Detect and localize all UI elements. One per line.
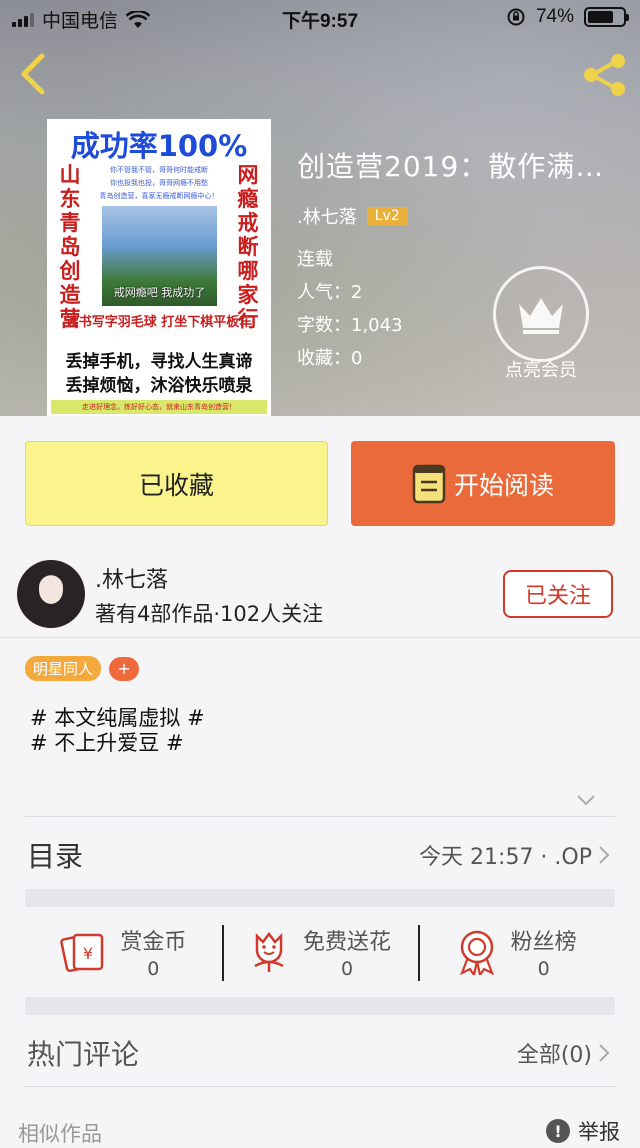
fan-ranking-count: 0 bbox=[537, 958, 550, 980]
share-button[interactable] bbox=[580, 52, 630, 98]
chevron-left-icon bbox=[21, 53, 45, 95]
exclamation-icon: ! bbox=[546, 1119, 570, 1143]
section-gap bbox=[25, 997, 615, 1015]
fan-ranking-label: 粉丝榜 bbox=[510, 930, 577, 955]
chevron-right-icon bbox=[599, 1044, 610, 1062]
fan-ranking-button[interactable]: 粉丝榜 0 bbox=[418, 907, 615, 997]
cover-left-vertical: 山东青岛创造营 bbox=[59, 163, 81, 331]
share-icon bbox=[584, 54, 625, 96]
medal-icon bbox=[459, 930, 494, 975]
book-author[interactable]: .林七落 bbox=[297, 203, 357, 229]
tag-category[interactable]: 明星同人 bbox=[25, 656, 102, 681]
cover-line-1: 丢掉手机，寻找人生真谛 bbox=[65, 352, 253, 372]
action-bar: ¥ 赏金币 0 免费送花 0 粉丝榜 0 bbox=[25, 907, 615, 997]
cover-middle-text: 读书写字羽毛球 打坐下棋平板车 bbox=[65, 315, 253, 330]
cover-small-line: 你不管我不管，哥哥何时能戒断 bbox=[110, 166, 208, 174]
level-badge: Lv2 bbox=[366, 207, 408, 225]
vip-button[interactable]: 点亮会员 bbox=[493, 266, 589, 382]
battery-icon bbox=[584, 7, 629, 27]
report-button[interactable]: ! 举报 bbox=[546, 1116, 620, 1146]
send-flower-label: 免费送花 bbox=[303, 930, 392, 955]
description-line: # 本文纯属虚拟 # bbox=[30, 706, 205, 730]
reward-coins-label: 赏金币 bbox=[120, 930, 187, 955]
toc-latest-update: 今天 21:57 · .OP bbox=[419, 845, 592, 870]
description-line: # 不上升爱豆 # bbox=[30, 731, 184, 755]
cover-photo-caption: 戒网瘾吧 我成功了 bbox=[113, 286, 206, 299]
vip-label: 点亮会员 bbox=[505, 360, 577, 381]
favorite-button[interactable]: 已收藏 bbox=[25, 441, 328, 526]
cover-small-line: 青岛创造营，喜家无瘾戒断网瘾中心！ bbox=[99, 192, 219, 200]
follow-button-label: 已关注 bbox=[524, 584, 591, 609]
all-comments-link[interactable]: 全部(0) bbox=[517, 1037, 592, 1069]
reward-coins-button[interactable]: ¥ 赏金币 0 bbox=[25, 907, 222, 997]
hot-comments-label: 热门评论 bbox=[27, 1038, 140, 1071]
cover-photo: 戒网瘾吧 我成功了 bbox=[102, 206, 217, 306]
similar-works-heading: 相似作品 bbox=[18, 1122, 102, 1146]
red-envelope-yen-icon: ¥ bbox=[60, 933, 104, 973]
author-name: .林七落 bbox=[95, 568, 168, 593]
chevron-right-icon bbox=[599, 846, 610, 864]
tag-list: 明星同人 + bbox=[25, 656, 140, 681]
crown-icon bbox=[519, 298, 563, 334]
cover-footer: 走进好理念，练好好心态，就来山东青岛创造营！ bbox=[51, 400, 267, 414]
cover-right-vertical: 网瘾戒断哪家行 bbox=[237, 163, 259, 331]
section-gap bbox=[25, 889, 615, 907]
author-row[interactable]: .林七落 著有4部作品·102人关注 已关注 bbox=[0, 548, 640, 638]
start-reading-button[interactable]: 开始阅读 bbox=[351, 441, 615, 526]
book-icon bbox=[412, 464, 446, 503]
chevron-down-icon[interactable] bbox=[576, 794, 596, 806]
flower-icon bbox=[254, 931, 284, 972]
book-description: # 本文纯属虚拟 # # 不上升爱豆 # bbox=[30, 706, 205, 756]
reward-coins-count: 0 bbox=[147, 958, 160, 980]
cover-line-2: 丢掉烦恼，沐浴快乐喷泉 bbox=[65, 376, 253, 396]
follow-button[interactable]: 已关注 bbox=[503, 570, 613, 618]
cover-small-line: 你也投我也投，哥哥网瘾不用愁 bbox=[110, 179, 208, 187]
toc-label: 目录 bbox=[27, 840, 84, 873]
battery-percent: 74% bbox=[535, 6, 574, 27]
book-cover[interactable]: 成功率100% 山东青岛创造营 网瘾戒断哪家行 你不管我不管，哥哥何时能戒断 你… bbox=[47, 119, 271, 416]
report-label: 举报 bbox=[578, 1120, 620, 1144]
add-tag-button[interactable]: + bbox=[109, 656, 140, 681]
svg-text:¥: ¥ bbox=[83, 944, 93, 963]
author-avatar[interactable] bbox=[17, 560, 85, 628]
rotation-lock-icon bbox=[507, 8, 525, 26]
author-stats: 著有4部作品·102人关注 bbox=[95, 602, 324, 626]
table-of-contents-row[interactable]: 目录 今天 21:57 · .OP bbox=[0, 817, 640, 889]
book-title: 创造营2019：散作满… bbox=[297, 150, 605, 183]
back-button[interactable] bbox=[14, 52, 54, 96]
hot-comments-row[interactable]: 热门评论 全部(0) bbox=[0, 1015, 640, 1085]
status-bar: 中国电信 下午9:57 74% bbox=[0, 0, 640, 36]
start-reading-label: 开始阅读 bbox=[453, 470, 554, 500]
favorite-button-label: 已收藏 bbox=[138, 470, 214, 500]
send-flower-button[interactable]: 免费送花 0 bbox=[221, 907, 419, 997]
divider bbox=[25, 1086, 615, 1087]
send-flower-count: 0 bbox=[340, 958, 354, 980]
cover-headline: 成功率100% bbox=[70, 129, 248, 163]
